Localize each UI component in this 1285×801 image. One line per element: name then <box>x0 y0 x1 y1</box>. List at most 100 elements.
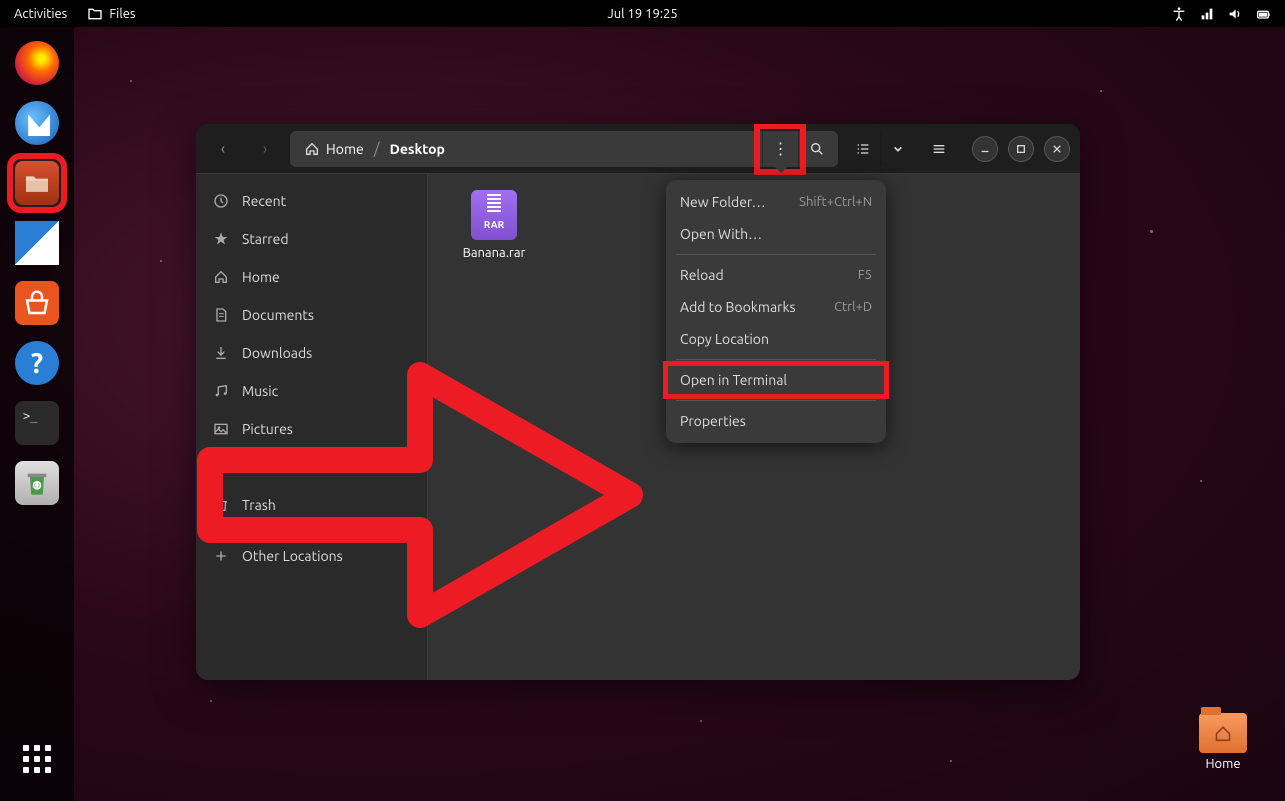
menu-shortcut: F5 <box>858 268 872 282</box>
trash-icon <box>212 496 230 514</box>
picture-icon <box>212 420 230 438</box>
files-window: ‹ › Home / Desktop ⋮ Recent S <box>196 124 1080 680</box>
home-icon <box>1213 724 1233 742</box>
menu-label: Open in Terminal <box>680 372 787 388</box>
dock-files[interactable] <box>11 157 63 209</box>
folder-menu-button[interactable]: ⋮ <box>762 131 798 167</box>
menu-shortcut: Ctrl+D <box>834 300 872 314</box>
minimize-button[interactable] <box>972 136 998 162</box>
sidebar-item-label: Recent <box>242 193 286 209</box>
dock-help[interactable]: ? <box>11 337 63 389</box>
chevron-down-icon <box>893 144 903 154</box>
sidebar-item-label: Home <box>242 269 280 285</box>
sidebar-separator <box>208 530 415 531</box>
network-icon[interactable] <box>1199 6 1215 22</box>
sidebar-item-label: Pictures <box>242 421 293 437</box>
dock-trash[interactable] <box>11 457 63 509</box>
menu-separator <box>676 400 876 401</box>
clock[interactable]: Jul 19 19:25 <box>607 7 677 21</box>
menu-label: Copy Location <box>680 331 769 347</box>
path-home-label: Home <box>326 141 364 157</box>
show-apps-button[interactable] <box>11 733 63 785</box>
menu-open-terminal[interactable]: Open in Terminal <box>666 364 886 396</box>
file-item[interactable]: RAR Banana.rar <box>444 190 544 260</box>
dock-firefox[interactable] <box>11 37 63 89</box>
sidebar-item-label: Starred <box>242 231 289 247</box>
menu-label: Reload <box>680 267 724 283</box>
path-home[interactable]: Home <box>294 141 374 157</box>
menu-properties[interactable]: Properties <box>666 405 886 437</box>
search-icon <box>809 141 825 157</box>
sidebar-documents[interactable]: Documents <box>196 296 427 334</box>
path-bar[interactable]: Home / Desktop ⋮ <box>290 131 838 167</box>
sidebar-item-label: Trash <box>242 497 276 513</box>
sidebar-item-label: Other Locations <box>242 548 343 564</box>
sidebar-other-locations[interactable]: Other Locations <box>196 537 427 575</box>
sidebar-item-label: Videos <box>242 459 285 475</box>
rar-file-icon: RAR <box>471 190 517 240</box>
dock: ? >_ <box>0 27 74 801</box>
menu-separator <box>676 254 876 255</box>
menu-label: New Folder… <box>680 194 766 210</box>
sidebar-music[interactable]: Music <box>196 372 427 410</box>
forward-button: › <box>248 132 282 166</box>
current-app-indicator[interactable]: Files <box>87 6 135 22</box>
back-button[interactable]: ‹ <box>206 132 240 166</box>
download-icon <box>212 344 230 362</box>
sidebar-downloads[interactable]: Downloads <box>196 334 427 372</box>
menu-add-bookmarks[interactable]: Add to Bookmarks Ctrl+D <box>666 291 886 323</box>
hamburger-icon <box>931 141 947 157</box>
close-button[interactable] <box>1044 136 1070 162</box>
sidebar-pictures[interactable]: Pictures <box>196 410 427 448</box>
menu-reload[interactable]: Reload F5 <box>666 259 886 291</box>
view-dropdown-button[interactable] <box>880 132 914 166</box>
sidebar-item-label: Music <box>242 383 278 399</box>
menu-new-folder[interactable]: New Folder… Shift+Ctrl+N <box>666 186 886 218</box>
dock-libreoffice-writer[interactable] <box>11 217 63 269</box>
sidebar-videos[interactable]: Videos <box>196 448 427 486</box>
activities-button[interactable]: Activities <box>14 7 67 21</box>
sidebar-home[interactable]: Home <box>196 258 427 296</box>
menu-separator <box>676 359 876 360</box>
document-icon <box>212 306 230 324</box>
path-current[interactable]: Desktop <box>380 141 455 157</box>
sidebar-trash[interactable]: Trash <box>196 486 427 524</box>
clock-icon <box>212 192 230 210</box>
star-icon <box>212 230 230 248</box>
menu-label: Open With… <box>680 226 762 242</box>
view-list-button[interactable] <box>846 132 880 166</box>
sidebar-starred[interactable]: Starred <box>196 220 427 258</box>
menu-label: Add to Bookmarks <box>680 299 796 315</box>
top-panel: Activities Files Jul 19 19:25 <box>0 0 1285 27</box>
menu-open-with[interactable]: Open With… <box>666 218 886 250</box>
desktop-home-folder[interactable]: Home <box>1199 713 1247 771</box>
volume-icon[interactable] <box>1227 6 1243 22</box>
maximize-button[interactable] <box>1008 136 1034 162</box>
home-icon <box>304 141 320 157</box>
file-name-label: Banana.rar <box>463 246 526 260</box>
dock-ubuntu-software[interactable] <box>11 277 63 329</box>
search-button[interactable] <box>798 131 834 167</box>
dock-thunderbird[interactable] <box>11 97 63 149</box>
menu-shortcut: Shift+Ctrl+N <box>799 195 872 209</box>
sidebar: Recent Starred Home Documents Downloads … <box>196 174 428 680</box>
menu-label: Properties <box>680 413 746 429</box>
home-icon <box>212 268 230 286</box>
plus-icon <box>212 547 230 565</box>
music-icon <box>212 382 230 400</box>
path-current-label: Desktop <box>390 141 445 157</box>
hamburger-menu-button[interactable] <box>922 132 956 166</box>
sidebar-item-label: Documents <box>242 307 314 323</box>
current-app-label: Files <box>109 7 135 21</box>
accessibility-icon[interactable] <box>1171 6 1187 22</box>
folder-context-menu: New Folder… Shift+Ctrl+N Open With… Reloa… <box>666 180 886 443</box>
dock-terminal[interactable]: >_ <box>11 397 63 449</box>
window-titlebar: ‹ › Home / Desktop ⋮ <box>196 124 1080 174</box>
folder-icon <box>87 6 103 22</box>
desktop-home-label: Home <box>1205 757 1240 771</box>
battery-icon[interactable] <box>1255 6 1271 22</box>
list-icon <box>855 141 871 157</box>
sidebar-recent[interactable]: Recent <box>196 182 427 220</box>
video-icon <box>212 458 230 476</box>
menu-copy-location[interactable]: Copy Location <box>666 323 886 355</box>
